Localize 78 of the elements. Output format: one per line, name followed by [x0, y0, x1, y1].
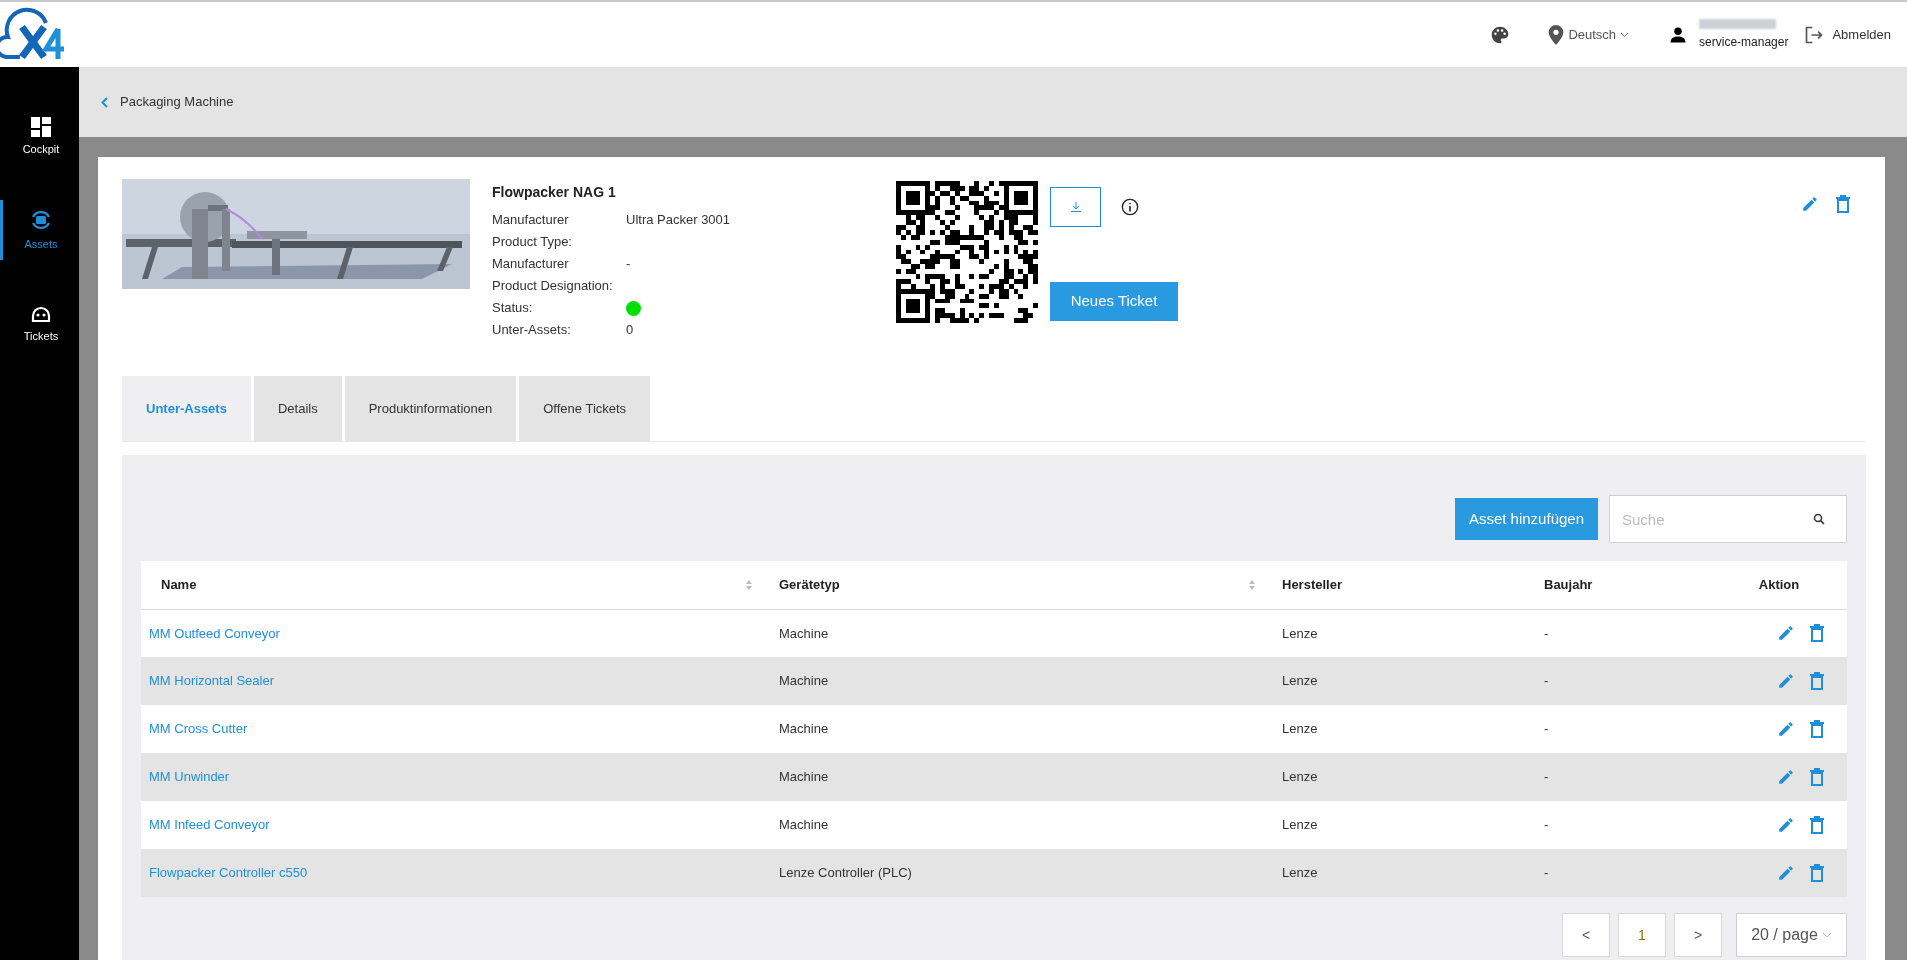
sidebar-item[interactable]: Cockpit [0, 109, 79, 166]
table-cell: Machine [779, 721, 829, 737]
delete-icon[interactable] [1809, 720, 1825, 738]
table-cell: Lenze [1282, 625, 1318, 641]
tab[interactable]: Details [253, 376, 342, 441]
back-link[interactable]: Packaging Machine [101, 92, 234, 112]
edit-icon[interactable] [1777, 768, 1795, 786]
tab[interactable]: Offene Tickets [519, 376, 651, 441]
edit-icon[interactable] [1801, 195, 1819, 213]
caret-icon [1620, 31, 1630, 38]
field-value: - [626, 255, 631, 274]
back-chevron-icon [101, 96, 108, 108]
sidebar-item[interactable]: Tickets [0, 294, 79, 353]
field-label: Manufacturer [492, 255, 570, 274]
asset-link[interactable]: MM Infeed Conveyor [149, 817, 270, 833]
info-icon[interactable] [1121, 198, 1139, 216]
table-cell: Machine [779, 673, 829, 689]
edit-icon[interactable] [1777, 816, 1795, 834]
asset-link[interactable]: MM Outfeed Conveyor [149, 625, 280, 641]
table-cell: - [1544, 865, 1549, 881]
table-cell: Lenze Controller (PLC) [779, 865, 912, 881]
field-label: Status: [492, 299, 534, 318]
edit-icon[interactable] [1777, 720, 1795, 738]
edit-icon[interactable] [1777, 672, 1795, 690]
delete-icon[interactable] [1835, 195, 1851, 213]
search-icon [1813, 513, 1825, 525]
column-header[interactable]: Gerätetyp [779, 575, 840, 595]
table-cell: - [1544, 769, 1549, 785]
asset-link[interactable]: MM Cross Cutter [149, 721, 248, 737]
field-value: Ultra Packer 3001 [626, 211, 731, 230]
table-cell: Lenze [1282, 721, 1318, 737]
user-icon [1669, 25, 1688, 44]
user-role: service-manager [1699, 33, 1789, 51]
table-cell: Lenze [1282, 865, 1318, 881]
table-cell: - [1544, 625, 1549, 641]
download-icon [1069, 201, 1082, 213]
sort-icon[interactable] [745, 578, 753, 591]
table-cell: Lenze [1282, 817, 1318, 833]
column-header: Hersteller [1282, 576, 1342, 594]
delete-icon[interactable] [1809, 768, 1825, 786]
caret-icon [1821, 932, 1832, 938]
column-header[interactable]: Name [161, 575, 197, 595]
logout-button[interactable]: Abmelden [1804, 24, 1891, 45]
table-cell: - [1544, 817, 1549, 833]
field-label: Product Designation: [492, 277, 614, 296]
delete-icon[interactable] [1809, 864, 1825, 882]
next-page-button[interactable]: > [1674, 913, 1722, 957]
table-cell: Lenze [1282, 673, 1318, 689]
delete-icon[interactable] [1809, 672, 1825, 690]
field-label: Product Type: [492, 233, 573, 252]
search-field[interactable]: Suche [1609, 495, 1847, 543]
column-header: Baujahr [1544, 576, 1593, 594]
field-value: 0 [626, 321, 634, 340]
column-header: Aktion [1758, 576, 1800, 594]
download-button[interactable] [1050, 187, 1101, 227]
language-dropdown[interactable]: Deutsch [1568, 24, 1630, 45]
delete-icon[interactable] [1809, 816, 1825, 834]
delete-icon[interactable] [1809, 624, 1825, 643]
dashboard-icon [31, 117, 51, 137]
logout-icon [1804, 24, 1825, 45]
sort-icon[interactable] [1248, 578, 1256, 591]
table-cell: Machine [779, 625, 829, 641]
page-button[interactable]: 1 [1618, 913, 1666, 957]
table-cell: - [1544, 673, 1549, 689]
table-cell: Lenze [1282, 769, 1318, 785]
tab[interactable]: Produktinformationen [344, 376, 517, 441]
table-cell: Machine [779, 817, 829, 833]
field-label: Manufacturer [492, 211, 570, 230]
asset-title: Flowpacker NAG 1 [492, 183, 617, 202]
location-pin-icon [1548, 24, 1565, 45]
table-cell: - [1544, 721, 1549, 737]
edit-icon[interactable] [1777, 864, 1795, 882]
field-label: Unter-Assets: [492, 321, 572, 340]
palette-icon[interactable] [1490, 24, 1511, 45]
page-size-dropdown[interactable]: 20 / page [1736, 913, 1847, 957]
edit-icon[interactable] [1777, 624, 1795, 643]
table-cell: Machine [779, 769, 829, 785]
previous-page-button[interactable]: < [1562, 913, 1610, 957]
